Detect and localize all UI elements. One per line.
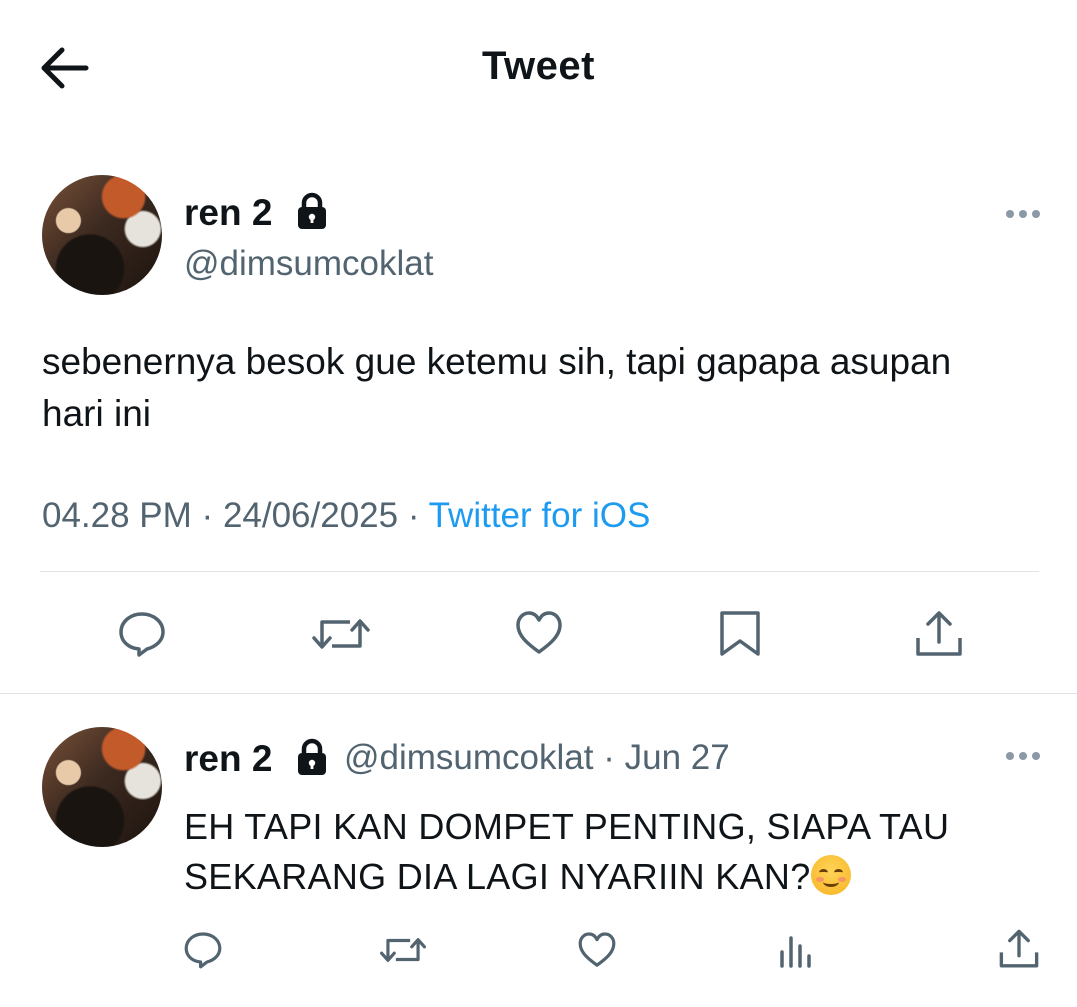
separator: · <box>407 496 420 535</box>
relieved-face-emoji-icon <box>810 855 851 895</box>
share-icon[interactable] <box>998 928 1040 970</box>
tweet-source-link[interactable]: Twitter for iOS <box>429 496 651 535</box>
display-name[interactable]: ren 2 <box>184 738 272 780</box>
more-options-icon[interactable] <box>1005 751 1041 761</box>
handle[interactable]: @dimsumcoklat <box>344 738 593 777</box>
like-icon[interactable] <box>514 610 564 656</box>
reply-icon[interactable] <box>117 610 167 658</box>
avatar[interactable] <box>42 175 162 295</box>
retweet-icon[interactable] <box>380 932 426 968</box>
reply-date[interactable]: Jun 27 <box>625 738 730 777</box>
lock-icon <box>298 192 326 229</box>
tweet-metadata: 04.28 PM · 24/06/2025 · Twitter for iOS <box>42 496 650 536</box>
separator: · <box>603 738 615 777</box>
divider <box>40 571 1039 572</box>
more-options-icon[interactable] <box>1005 209 1041 219</box>
separator: · <box>201 496 214 535</box>
tweet-date: 24/06/2025 <box>222 496 399 535</box>
handle[interactable]: @dimsumcoklat <box>184 244 433 284</box>
tweet-time: 04.28 PM <box>42 496 192 535</box>
reply-icon[interactable] <box>183 930 223 970</box>
page-title: Tweet <box>482 44 595 88</box>
tweet-text: sebenernya besok gue ketemu sih, tapi ga… <box>42 341 952 434</box>
share-icon[interactable] <box>914 610 964 658</box>
bookmark-icon[interactable] <box>718 609 762 657</box>
avatar[interactable] <box>42 727 162 847</box>
display-name[interactable]: ren 2 <box>184 192 272 234</box>
like-icon[interactable] <box>577 931 617 969</box>
lock-icon <box>298 738 326 775</box>
retweet-icon[interactable] <box>312 612 370 656</box>
reply-header-meta: @dimsumcoklat · Jun 27 <box>344 738 730 778</box>
divider <box>0 693 1077 694</box>
reply-text: EH TAPI KAN DOMPET PENTING, SIAPA TAU SE… <box>184 802 1044 902</box>
views-icon[interactable] <box>778 930 812 970</box>
